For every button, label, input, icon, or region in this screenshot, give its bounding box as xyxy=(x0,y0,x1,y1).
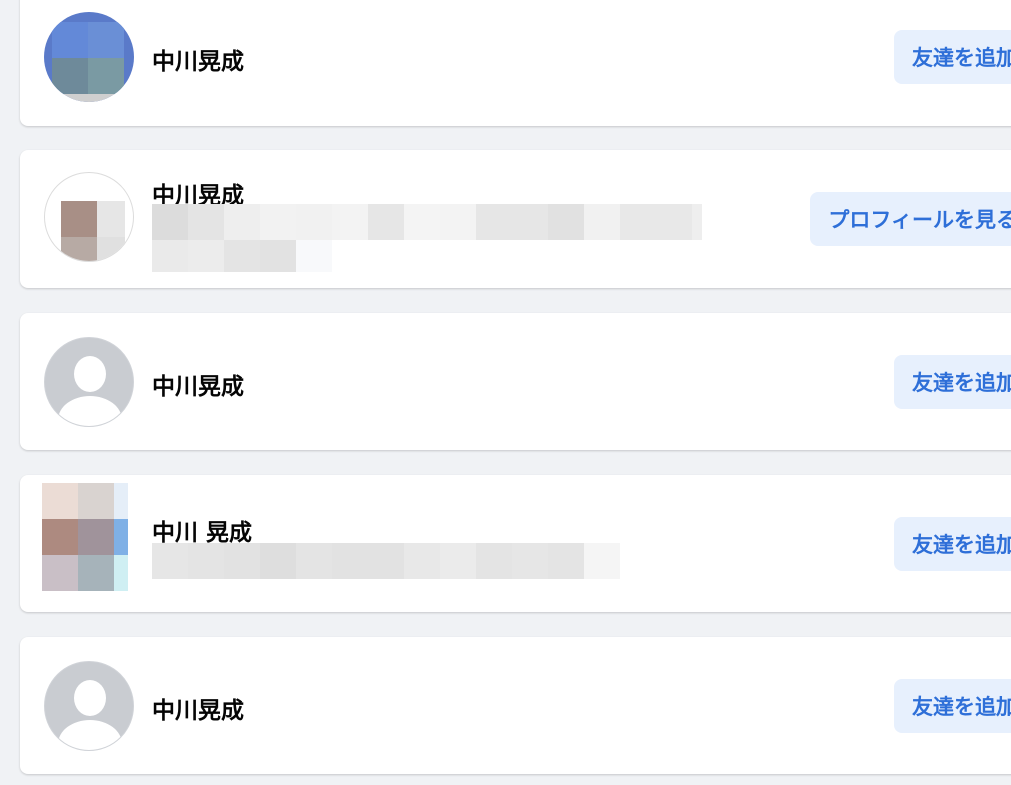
blurred-subtitle xyxy=(152,204,702,240)
person-card: 中川 晃成 友達を追加 xyxy=(20,475,1011,612)
person-card: 中川晃成 友達を追加 xyxy=(20,0,1011,126)
avatar[interactable] xyxy=(44,172,134,262)
person-card: 中川晃成 プロフィールを見る xyxy=(20,150,1011,288)
add-friend-button[interactable]: 友達を追加 xyxy=(894,517,1011,571)
blurred-subtitle xyxy=(152,240,332,272)
blurred-subtitle xyxy=(152,543,620,579)
person-name[interactable]: 中川 晃成 xyxy=(152,513,252,547)
person-name[interactable]: 中川晃成 xyxy=(152,691,244,725)
default-avatar-icon[interactable] xyxy=(44,661,134,751)
view-profile-button[interactable]: プロフィールを見る xyxy=(810,192,1011,246)
add-friend-button[interactable]: 友達を追加 xyxy=(894,30,1011,84)
avatar[interactable] xyxy=(42,483,134,591)
person-card: 中川晃成 友達を追加 xyxy=(20,637,1011,774)
person-name[interactable]: 中川晃成 xyxy=(152,367,244,401)
person-name[interactable]: 中川晃成 xyxy=(152,42,244,76)
person-card: 中川晃成 友達を追加 xyxy=(20,313,1011,450)
default-avatar-icon[interactable] xyxy=(44,337,134,427)
add-friend-button[interactable]: 友達を追加 xyxy=(894,679,1011,733)
add-friend-button[interactable]: 友達を追加 xyxy=(894,355,1011,409)
avatar[interactable] xyxy=(44,12,134,102)
